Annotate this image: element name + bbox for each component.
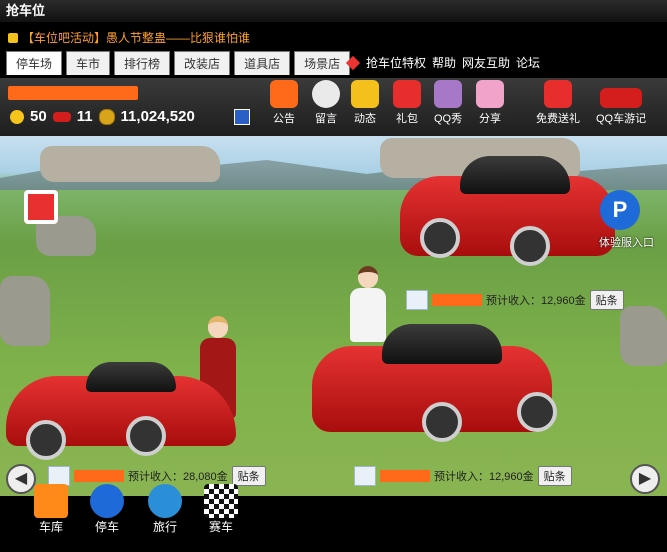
avatar[interactable] [406, 290, 428, 310]
notice-text[interactable]: 【车位吧活动】愚人节整蛊——比狠谁怕谁 [22, 31, 250, 45]
owner-name-redacted [432, 294, 482, 306]
rock-left [0, 276, 50, 346]
ticket-button[interactable]: 贴条 [537, 466, 572, 486]
gift-pack-label: 礼包 [396, 113, 418, 125]
tab-car-market[interactable]: 车市 [66, 51, 111, 75]
game-root: 抢车位 【车位吧活动】愚人节整蛊——比狠谁怕谁 停车场 车市 排行榜 改装店 道… [0, 0, 667, 552]
gift-box-icon[interactable] [24, 190, 58, 224]
car-icon [600, 88, 643, 108]
share-label: 分享 [479, 113, 501, 125]
level-value: 50 [30, 108, 47, 125]
ruins-left [40, 146, 220, 182]
next-arrow-button[interactable]: ▶ [630, 464, 660, 494]
ticket-button[interactable]: 贴条 [231, 466, 266, 486]
owner-name-redacted [74, 470, 124, 482]
link-help[interactable]: 帮助 [432, 51, 456, 75]
free-gift-label: 免费送礼 [536, 113, 580, 125]
flag-icon[interactable] [234, 109, 250, 125]
tab-item-shop[interactable]: 道具店 [234, 51, 291, 75]
experience-entrance-label[interactable]: 体验服入口 [599, 234, 654, 250]
rock-right [620, 306, 667, 366]
dock-park[interactable]: 停车 [90, 484, 124, 535]
gem-icon [345, 55, 361, 71]
globe-icon [148, 484, 182, 518]
news-label: 动态 [354, 113, 376, 125]
money-value: 11,024,520 [120, 108, 195, 125]
parking-p-icon[interactable]: P [600, 190, 640, 230]
dock-garage[interactable]: 车库 [34, 484, 68, 535]
free-gift-icon [544, 80, 572, 108]
link-mutual-help[interactable]: 网友互助 [462, 51, 510, 75]
parking-scene [0, 136, 667, 496]
dock-travel[interactable]: 旅行 [148, 484, 182, 535]
message-label: 留言 [315, 113, 337, 125]
gift-icon [393, 80, 421, 108]
prev-arrow-button[interactable]: ◀ [6, 464, 36, 494]
car-count-value: 11 [76, 108, 93, 125]
username-redacted [8, 86, 138, 100]
parked-car-audi-1[interactable] [400, 146, 620, 266]
dock-race[interactable]: 赛车 [204, 484, 238, 535]
income-box-spot-1: 预计收入：12,960金 贴条 [406, 290, 624, 310]
tab-leaderboard[interactable]: 排行榜 [114, 51, 171, 75]
free-gift-button[interactable]: 免费送礼 [536, 80, 580, 126]
link-forum[interactable]: 论坛 [516, 51, 540, 75]
income-box-spot-2: 预计收入：28,080金 贴条 [48, 466, 266, 486]
qq-show-button[interactable]: QQ秀 [434, 80, 462, 126]
dock-travel-label: 旅行 [152, 520, 177, 534]
gift-pack-button[interactable]: 礼包 [393, 80, 421, 126]
parked-car-audi-2[interactable] [312, 312, 557, 442]
dock-garage-label: 车库 [38, 520, 63, 534]
envelope-icon [351, 80, 379, 108]
car-count-icon [52, 111, 71, 122]
share-button[interactable]: 分享 [476, 80, 504, 126]
income-text: 预计收入：12,960金 [486, 295, 586, 307]
tab-parking-lot[interactable]: 停车场 [6, 51, 63, 75]
money-icon [98, 108, 115, 125]
owner-name-redacted [380, 470, 430, 482]
park-icon [90, 484, 124, 518]
link-privilege[interactable]: 抢车位特权 [366, 51, 426, 75]
nav-tabs: 停车场 车市 排行榜 改装店 道具店 场景店 [6, 51, 351, 75]
news-button[interactable]: 动态 [351, 80, 379, 126]
window-title: 抢车位 [0, 0, 667, 22]
parked-car-ferrari[interactable] [6, 346, 236, 466]
tab-scene-shop[interactable]: 场景店 [294, 51, 351, 75]
dock-race-label: 赛车 [208, 520, 233, 534]
message-button[interactable]: 留言 [312, 80, 340, 126]
announcement-label: 公告 [273, 113, 295, 125]
income-text: 预计收入：12,960金 [434, 471, 534, 483]
qq-show-label: QQ秀 [434, 113, 463, 125]
top-links: 抢车位特权 帮助 网友互助 论坛 [345, 51, 540, 75]
avatar[interactable] [48, 466, 70, 486]
qq-car-travel-button[interactable]: QQ车游记 [596, 80, 646, 126]
megaphone-icon [270, 80, 298, 108]
tab-tuning-shop[interactable]: 改装店 [174, 51, 231, 75]
speaker-icon [8, 33, 18, 43]
announcement-button[interactable]: 公告 [270, 80, 298, 126]
level-icon [10, 109, 24, 124]
garage-icon [34, 484, 68, 518]
notice-bar[interactable]: 【车位吧活动】愚人节整蛊——比狠谁怕谁 [0, 28, 250, 48]
checkered-flag-icon [204, 484, 238, 518]
avatar[interactable] [354, 466, 376, 486]
dock-park-label: 停车 [94, 520, 119, 534]
ticket-button[interactable]: 贴条 [589, 290, 624, 310]
qq-show-icon [434, 80, 463, 108]
income-text: 预计收入：28,080金 [128, 471, 228, 483]
qq-car-travel-label: QQ车游记 [596, 113, 647, 125]
player-stats: 50 11 11,024,520 [10, 108, 195, 125]
share-icon [476, 80, 504, 108]
speech-bubble-icon [312, 80, 340, 108]
income-box-spot-3: 预计收入：12,960金 贴条 [354, 466, 572, 486]
